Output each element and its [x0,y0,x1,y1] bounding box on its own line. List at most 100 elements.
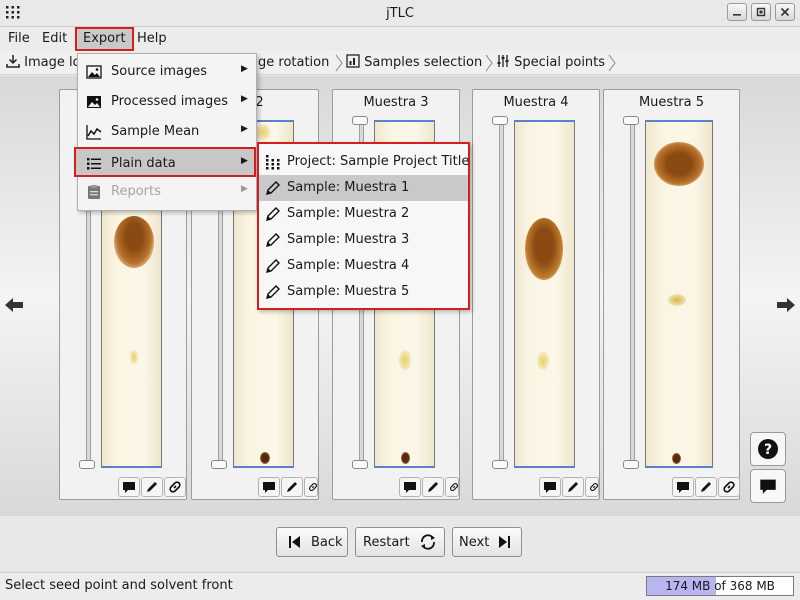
edit-button[interactable] [281,477,303,497]
submenu-item-label: Project: Sample Project Title [287,154,470,169]
edit-button[interactable] [562,477,584,497]
submenu-item-muestra-2[interactable]: Sample: Muestra 2 [259,201,468,227]
restart-label: Restart [363,535,410,550]
submenu-item-label: Sample: Muestra 2 [287,206,410,221]
window-title: jTLC [386,6,414,21]
skip-forward-icon [499,536,510,548]
link-icon [169,481,181,493]
step-label: Samples selection [364,55,483,70]
step-image-loading[interactable]: Image lo [6,51,81,75]
comment-button[interactable] [672,477,694,497]
pencil-icon [266,233,280,247]
sample-spot [130,350,138,364]
sample-spot [668,294,686,306]
chevron-right-icon [485,54,493,72]
menu-item-label: Plain data [111,156,176,171]
slider-thumb-top[interactable] [492,116,508,125]
help-button[interactable]: ? [750,432,786,466]
link-button[interactable] [304,477,318,497]
slider-thumb[interactable] [492,460,508,469]
status-message: Select seed point and solvent front [5,578,233,593]
maximize-icon [756,7,766,17]
link-button[interactable] [718,477,740,497]
scroll-left-button[interactable] [2,297,26,319]
memory-indicator[interactable]: 174 MB of 368 MB [646,576,794,596]
comment-button[interactable] [399,477,421,497]
submenu-item-muestra-1[interactable]: Sample: Muestra 1 [259,175,468,201]
link-button[interactable] [164,477,186,497]
slider-thumb-top[interactable] [352,116,368,125]
submenu-item-label: Sample: Muestra 5 [287,284,410,299]
comment-button[interactable] [539,477,561,497]
sample-spot [114,216,154,268]
link-icon [309,483,317,491]
submenu-item-muestra-3[interactable]: Sample: Muestra 3 [259,227,468,253]
menu-item-plain-data[interactable]: Plain data ▶ [74,147,256,177]
submenu-item-project[interactable]: Project: Sample Project Title [259,149,470,175]
comment-icon [123,482,135,493]
slider-thumb[interactable] [623,460,639,469]
menu-item-sample-mean[interactable]: Sample Mean ▶ [78,117,256,147]
edit-button[interactable] [422,477,444,497]
title-bar: jTLC [0,0,800,27]
sample-title: Muestra 4 [503,95,569,110]
link-button[interactable] [445,477,459,497]
step-special-points[interactable]: Special points [496,51,605,75]
slider-thumb[interactable] [79,460,95,469]
submenu-arrow-icon: ▶ [241,184,248,194]
restart-button[interactable]: Restart [355,527,445,557]
solvent-front-line [514,120,575,122]
menu-export[interactable]: Export [75,27,134,51]
next-button[interactable]: Next [452,527,522,557]
minimize-button[interactable] [727,3,747,21]
sample-toolbar [389,477,459,497]
edit-button[interactable] [141,477,163,497]
comment-icon [544,482,556,493]
menu-item-processed-images[interactable]: Processed images ▶ [78,87,256,117]
tlc-plate-image[interactable] [514,120,575,467]
list-icon [87,158,101,170]
submenu-item-muestra-4[interactable]: Sample: Muestra 4 [259,253,468,279]
step-image-rotation[interactable]: ge rotation [258,51,329,75]
edit-button[interactable] [695,477,717,497]
image-icon [86,65,102,79]
menu-file[interactable]: File [2,27,36,51]
scroll-right-button[interactable] [774,297,798,319]
comment-button[interactable] [118,477,140,497]
sample-toolbar [670,477,740,497]
sliders-icon [497,55,509,67]
menu-item-source-images[interactable]: Source images ▶ [78,57,256,87]
sample-title: Muestra 5 [638,95,705,110]
slider-thumb[interactable] [352,460,368,469]
slider-thumb-top[interactable] [623,116,639,125]
slider-thumb[interactable] [211,460,227,469]
solvent-front-slider[interactable] [630,120,635,466]
comment-icon [263,482,275,493]
question-icon: ? [758,439,778,459]
submenu-item-muestra-5[interactable]: Sample: Muestra 5 [259,279,468,305]
comments-button[interactable] [750,469,786,503]
solvent-front-slider[interactable] [499,120,504,466]
menu-edit[interactable]: Edit [36,27,73,51]
close-button[interactable] [775,3,795,21]
link-button[interactable] [585,477,599,497]
chevron-right-icon [608,54,616,72]
tlc-plate-image[interactable] [645,120,713,467]
pencil-icon [287,482,297,492]
refresh-icon [421,534,435,550]
step-samples-selection[interactable]: Samples selection [346,51,482,75]
memory-text: 174 MB of 368 MB [647,579,793,593]
svg-text:?: ? [764,442,772,458]
menu-item-label: Sample Mean [111,124,200,139]
seed-line [101,466,162,468]
chart-icon [346,54,360,68]
sample-spot [399,350,411,370]
sample-toolbar [529,477,599,497]
grid-dots-icon [266,155,280,170]
maximize-button[interactable] [751,3,771,21]
sample-card: Muestra 5 [603,89,740,500]
arrow-right-icon [777,298,795,312]
back-button[interactable]: Back [276,527,348,557]
menu-help[interactable]: Help [131,27,173,51]
comment-button[interactable] [258,477,280,497]
